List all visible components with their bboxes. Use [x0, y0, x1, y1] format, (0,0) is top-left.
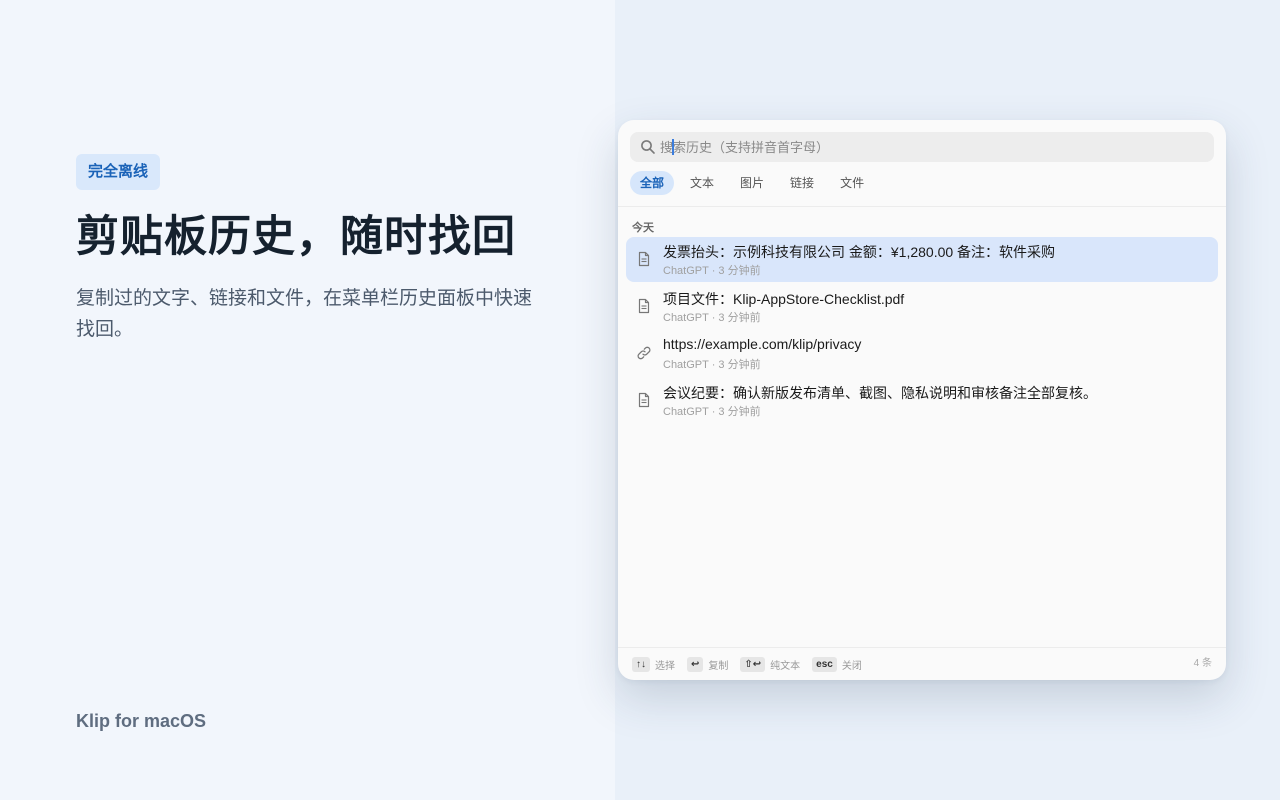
search-input[interactable] — [660, 132, 1200, 162]
history-item[interactable]: 发票抬头：示例科技有限公司 金额：¥1,280.00 备注：软件采购 ChatG… — [626, 237, 1218, 282]
history-item-meta: ChatGPT · 3 分钟前 — [663, 265, 761, 277]
headline: 剪贴板历史，随时找回 — [76, 213, 516, 261]
offline-badge: 完全离线 — [76, 154, 161, 190]
document-icon — [636, 298, 652, 314]
filter-tab-links[interactable]: 链接 — [780, 171, 824, 195]
history-item-meta: ChatGPT · 3 分钟前 — [663, 406, 761, 418]
hint-label: 选择 — [655, 660, 675, 672]
hero-section: 完全离线 剪贴板历史，随时找回 复制过的文字、链接和文件，在菜单栏历史面板中快速… — [0, 0, 615, 800]
history-list: 发票抬头：示例科技有限公司 金额：¥1,280.00 备注：软件采购 ChatG… — [626, 237, 1218, 425]
footer-divider — [618, 647, 1226, 648]
key-esc: esc — [812, 656, 837, 672]
hint-close: esc 关闭 — [812, 656, 862, 672]
brand-name: Klip for macOS — [76, 711, 207, 731]
hint-copy: ↩ 复制 — [687, 656, 729, 672]
filter-tabs: 全部 文本 图片 链接 文件 — [630, 171, 874, 195]
history-item-title: 发票抬头：示例科技有限公司 金额：¥1,280.00 备注：软件采购 — [663, 244, 1056, 260]
history-item-title: https://example.com/klip/privacy — [663, 336, 862, 352]
search-bar[interactable] — [630, 132, 1214, 162]
document-icon — [636, 251, 652, 267]
document-icon — [636, 392, 652, 408]
item-count: 4 条 — [1193, 658, 1212, 669]
top-divider — [618, 206, 1226, 207]
filter-tab-text[interactable]: 文本 — [680, 171, 724, 195]
hint-plain-text: ⇧↩ 纯文本 — [740, 656, 801, 672]
history-item[interactable]: https://example.com/klip/privacy ChatGPT… — [626, 331, 1218, 376]
history-item-meta: ChatGPT · 3 分钟前 — [663, 312, 761, 324]
shortcut-hints: ↑↓ 选择 ↩ 复制 ⇧↩ 纯文本 esc 关闭 — [632, 655, 862, 673]
hint-label: 复制 — [708, 660, 729, 672]
history-item-title: 项目文件：Klip-AppStore-Checklist.pdf — [663, 291, 905, 307]
history-item-meta: ChatGPT · 3 分钟前 — [663, 359, 761, 371]
filter-tab-files[interactable]: 文件 — [830, 171, 874, 195]
section-label-today: 今天 — [632, 222, 654, 234]
clipboard-history-panel: 全部 文本 图片 链接 文件 今天 发票抬头：示例科技有限公司 金额：¥1,28… — [618, 120, 1226, 680]
key-arrows: ↑↓ — [632, 656, 650, 672]
hint-label: 纯文本 — [770, 660, 801, 672]
history-item[interactable]: 会议纪要：确认新版发布清单、截图、隐私说明和审核备注全部复核。 ChatGPT … — [626, 378, 1218, 423]
link-icon — [636, 345, 652, 361]
search-icon — [640, 139, 656, 155]
filter-tab-all[interactable]: 全部 — [630, 171, 675, 195]
text-caret — [672, 139, 674, 155]
filter-tab-images[interactable]: 图片 — [730, 171, 774, 195]
key-return: ↩ — [687, 656, 704, 672]
history-item-title: 会议纪要：确认新版发布清单、截图、隐私说明和审核备注全部复核。 — [663, 385, 1097, 401]
history-item[interactable]: 项目文件：Klip-AppStore-Checklist.pdf ChatGPT… — [626, 284, 1218, 329]
hint-select: ↑↓ 选择 — [632, 656, 675, 672]
key-shift-return: ⇧↩ — [740, 656, 766, 672]
subline: 复制过的文字、链接和文件，在菜单栏历史面板中快速找回。 — [76, 288, 533, 340]
hint-label: 关闭 — [841, 660, 862, 672]
